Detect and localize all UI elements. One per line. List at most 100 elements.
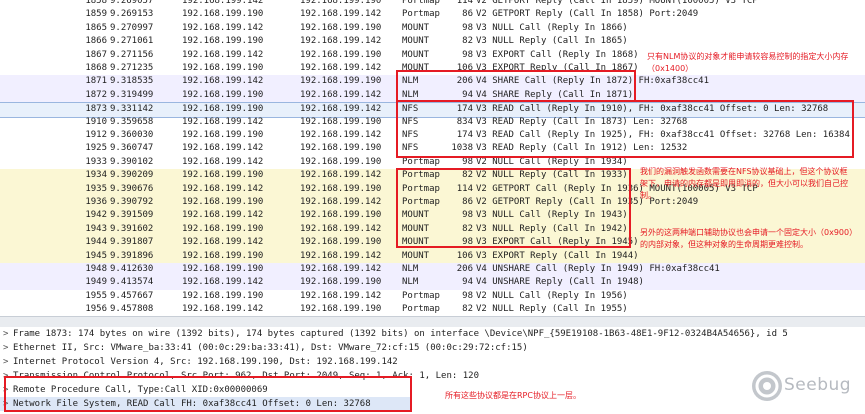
- detail-row[interactable]: > Frame 1873: 174 bytes on wire (1392 bit…: [0, 327, 865, 341]
- packet-source: 192.168.199.142: [182, 237, 264, 248]
- packet-time: 9.269153: [110, 9, 154, 20]
- packet-time: 9.457667: [110, 290, 154, 301]
- packet-number: 1949: [85, 277, 107, 288]
- packet-protocol: Portmap: [402, 9, 440, 20]
- packet-destination: 192.168.199.142: [300, 36, 382, 47]
- packet-source: 192.168.199.142: [182, 277, 264, 288]
- packet-number: 1858: [85, 0, 107, 6]
- packet-time: 9.391602: [110, 223, 154, 234]
- packet-list: 1858 9.269057 192.168.199.142 192.168.199.1…: [0, 0, 865, 316]
- detail-text: Frame 1873: 174 bytes on wire (1392 bits…: [13, 329, 788, 339]
- portmap-mount-highlight-box: [396, 168, 631, 248]
- packet-source: 192.168.199.142: [182, 143, 264, 154]
- packet-source: 192.168.199.190: [182, 36, 264, 47]
- chevron-right-icon[interactable]: >: [3, 355, 8, 369]
- packet-number: 1948: [85, 264, 107, 274]
- packet-row[interactable]: 1865 9.270997 192.168.199.142 192.168.199.1…: [0, 22, 865, 35]
- packet-destination: 192.168.199.142: [300, 104, 382, 115]
- packet-destination: 192.168.199.190: [300, 76, 382, 87]
- packet-time: 9.359658: [110, 116, 154, 127]
- packet-source: 192.168.199.190: [182, 89, 264, 100]
- packet-number: 1866: [85, 36, 107, 47]
- packet-number: 1868: [85, 63, 107, 73]
- packet-number: 1912: [85, 130, 107, 140]
- packet-source: 192.168.199.142: [182, 210, 264, 221]
- packet-number: 1872: [85, 89, 107, 100]
- packet-protocol: Portmap: [402, 290, 440, 301]
- detail-text: Ethernet II, Src: VMware_ba:33:41 (00:0c…: [13, 343, 528, 353]
- packet-source: 192.168.199.142: [182, 156, 264, 167]
- packet-destination: 192.168.199.190: [300, 156, 382, 167]
- packet-row[interactable]: 1948 9.412630 192.168.199.190 192.168.199.1…: [0, 263, 865, 277]
- packet-info: V2 GETPORT Reply (Call In 1859) MOUNT(10…: [476, 0, 758, 6]
- packet-info: V2 NULL Call (Reply In 1956): [476, 290, 628, 301]
- packet-destination: 192.168.199.142: [300, 264, 382, 274]
- packet-time: 9.360030: [110, 130, 154, 140]
- packet-info: V3 NULL Call (Reply In 1866): [476, 22, 628, 33]
- nlm-highlight-box: [396, 70, 636, 102]
- detail-row[interactable]: > Ethernet II, Src: VMware_ba:33:41 (00:0…: [0, 341, 865, 355]
- packet-row[interactable]: 1866 9.271061 192.168.199.190 192.168.199.1…: [0, 35, 865, 48]
- packet-protocol: MOUNT: [402, 36, 430, 47]
- packet-source: 192.168.199.190: [182, 130, 264, 140]
- nfs-highlight-box: [396, 100, 854, 158]
- detail-row[interactable]: > Internet Protocol Version 4, Src: 192.1…: [0, 355, 865, 369]
- packet-length: 98: [462, 49, 473, 60]
- packet-time: 9.269057: [110, 0, 154, 6]
- packet-destination: 192.168.199.142: [300, 130, 382, 140]
- packet-source: 192.168.199.190: [182, 197, 264, 207]
- nlm-annotation: 只有NLM协议的对象才能申请较容易控制的指定大小内存（0x1400）: [647, 52, 849, 73]
- packet-destination: 192.168.199.190: [300, 0, 382, 6]
- chevron-right-icon[interactable]: >: [3, 327, 8, 341]
- packet-number: 1867: [85, 49, 107, 60]
- packet-time: 9.457808: [110, 304, 154, 315]
- packet-length: 206: [456, 264, 473, 274]
- packet-time: 9.412630: [110, 264, 154, 274]
- packet-length: 86: [462, 9, 473, 20]
- packet-destination: 192.168.199.142: [300, 197, 382, 207]
- packet-time: 9.390209: [110, 170, 154, 181]
- packet-destination: 192.168.199.142: [300, 63, 382, 73]
- packet-protocol: MOUNT: [402, 22, 430, 33]
- packet-row[interactable]: 1955 9.457667 192.168.199.190 192.168.199.1…: [0, 290, 865, 303]
- packet-length: 94: [462, 277, 473, 288]
- packet-time: 9.271235: [110, 63, 154, 73]
- packet-length: 82: [462, 36, 473, 47]
- packet-info: V2 NULL Reply (Call In 1955): [476, 304, 628, 315]
- seebug-logo-icon: [752, 371, 782, 401]
- packet-destination: 192.168.199.190: [300, 116, 382, 127]
- packet-row[interactable]: 1945 9.391896 192.168.199.190 192.168.199.1…: [0, 249, 865, 263]
- chevron-right-icon[interactable]: >: [3, 341, 8, 355]
- packet-time: 9.331142: [110, 104, 154, 115]
- detail-text: Internet Protocol Version 4, Src: 192.16…: [13, 357, 398, 367]
- packet-length: 106: [456, 250, 473, 261]
- packet-row[interactable]: 1956 9.457808 192.168.199.142 192.168.199.1…: [0, 303, 865, 316]
- packet-time: 9.271156: [110, 49, 154, 60]
- seebug-watermark: Seebug: [752, 369, 851, 407]
- packet-source: 192.168.199.190: [182, 223, 264, 234]
- packet-number: 1943: [85, 223, 107, 234]
- packet-protocol: Portmap: [402, 0, 440, 6]
- packet-time: 9.391509: [110, 210, 154, 221]
- packet-source: 192.168.199.190: [182, 104, 264, 115]
- packet-number: 1910: [85, 116, 107, 127]
- packet-source: 192.168.199.190: [182, 9, 264, 20]
- packet-destination: 192.168.199.142: [300, 223, 382, 234]
- nfs-annotation: 我们的漏洞触发函数需要在NFS协议基础上，但这个协议框架下，申请的内存都是即用即…: [640, 167, 848, 200]
- rpc-annotation: 所有这些协议都是在RPC协议上一层。: [445, 391, 581, 400]
- packet-row[interactable]: 1858 9.269057 192.168.199.142 192.168.199.1…: [0, 0, 865, 8]
- packet-row[interactable]: 1859 9.269153 192.168.199.190 192.168.199.1…: [0, 8, 865, 21]
- packet-row[interactable]: 1949 9.413574 192.168.199.142 192.168.199.1…: [0, 276, 865, 290]
- packet-info: V3 NULL Reply (Call In 1865): [476, 36, 628, 47]
- packet-length: 114: [456, 0, 473, 6]
- packet-protocol: MOUNT: [402, 250, 430, 261]
- packet-number: 1873: [85, 104, 107, 115]
- packet-info: V3 EXPORT Call (Reply In 1868): [476, 49, 639, 60]
- packet-number: 1925: [85, 143, 107, 154]
- packet-number: 1945: [85, 250, 107, 261]
- packet-number: 1936: [85, 197, 107, 207]
- packet-protocol: Portmap: [402, 304, 440, 315]
- packet-destination: 192.168.199.142: [300, 290, 382, 301]
- packet-destination: 192.168.199.142: [300, 89, 382, 100]
- packet-source: 192.168.199.190: [182, 63, 264, 73]
